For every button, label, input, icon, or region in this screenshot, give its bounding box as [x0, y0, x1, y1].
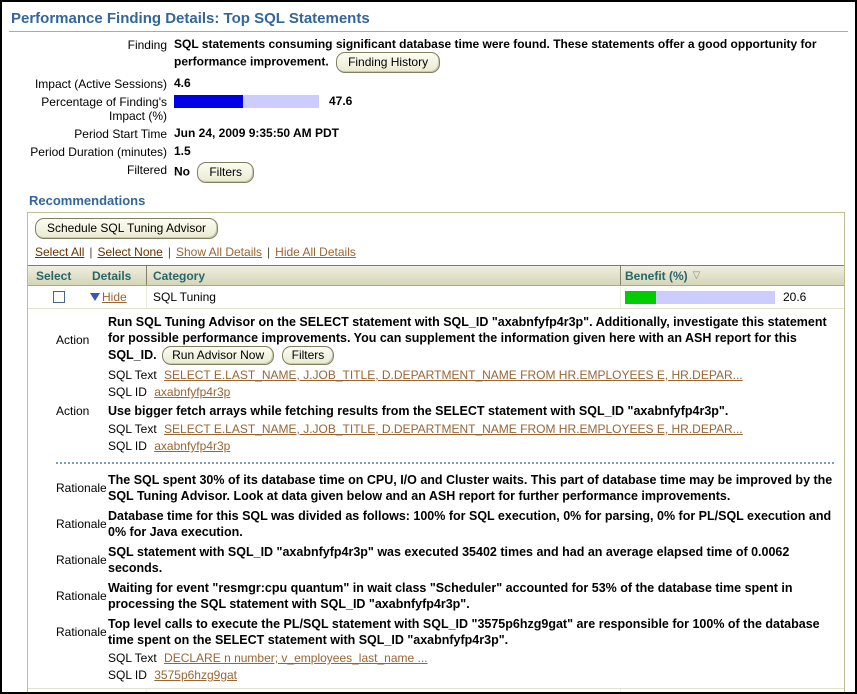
collapse-triangle-icon	[90, 293, 100, 301]
page-frame: Performance Finding Details: Top SQL Sta…	[0, 0, 857, 694]
row-checkbox[interactable]	[53, 291, 65, 303]
action-label: Action	[56, 333, 108, 347]
sql-text-label: SQL Text	[108, 651, 157, 665]
link-separator: |	[89, 245, 92, 259]
rationale-text: Top level calls to execute the PL/SQL st…	[108, 614, 834, 650]
rationale-text: Waiting for event "resmgr:cpu quantum" i…	[108, 578, 834, 614]
table-row: + Show SQL Tuning 11.1	[28, 689, 844, 694]
finding-label: Finding	[9, 37, 167, 52]
show-all-details-link[interactable]: Show All Details	[176, 245, 262, 259]
rationale-block: Rationale Waiting for event "resmgr:cpu …	[56, 578, 834, 614]
sql-text-label: SQL Text	[108, 368, 157, 382]
sql-id-link[interactable]: axabnfyfp4r3p	[154, 385, 230, 399]
finding-summary: Finding SQL statements consuming signifi…	[9, 37, 848, 183]
title-divider	[9, 31, 848, 32]
impact-percent-label: Percentage of Finding's Impact (%)	[9, 94, 167, 123]
rationale-label: Rationale	[56, 517, 108, 531]
benefit-bar	[625, 291, 775, 304]
table-header-row: Select Details Category Benefit (%) ▽	[28, 265, 844, 286]
run-advisor-now-button[interactable]: Run Advisor Now	[162, 346, 274, 365]
rationale-block: Rationale The SQL spent 30% of its datab…	[56, 470, 834, 506]
page-title: Performance Finding Details: Top SQL Sta…	[9, 8, 848, 30]
sql-id-label: SQL ID	[108, 439, 147, 453]
benefit-value: 20.6	[783, 290, 806, 304]
sort-descending-icon[interactable]: ▽	[693, 270, 701, 281]
schedule-sql-tuning-advisor-button[interactable]: Schedule SQL Tuning Advisor	[35, 218, 218, 239]
impact-percent-row: 47.6	[174, 94, 848, 109]
action-label: Action	[56, 404, 108, 418]
period-start-label: Period Start Time	[9, 126, 167, 141]
sql-text-label: SQL Text	[108, 422, 157, 436]
sql-id-label: SQL ID	[108, 385, 147, 399]
sql-id-line: SQL ID axabnfyfp4r3p	[108, 438, 834, 455]
rationale-label: Rationale	[56, 625, 108, 639]
finding-history-button[interactable]: Finding History	[336, 52, 440, 73]
rationale-block: Rationale Top level calls to execute the…	[56, 614, 834, 650]
column-header-select: Select	[28, 266, 90, 285]
sql-text-link[interactable]: SELECT E.LAST_NAME, J.JOB_TITLE, D.DEPAR…	[164, 368, 743, 382]
period-start-value: Jun 24, 2009 9:35:50 AM PDT	[174, 126, 848, 141]
filtered-label: Filtered	[9, 162, 167, 177]
sql-text-line: SQL Text SELECT E.LAST_NAME, J.JOB_TITLE…	[108, 367, 834, 384]
impact-value: 4.6	[174, 76, 848, 91]
select-none-link[interactable]: Select None	[97, 245, 162, 259]
rationale-text: The SQL spent 30% of its database time o…	[108, 470, 834, 506]
sql-id-line: SQL ID 3575p6hzg9gat	[108, 667, 834, 684]
table-row: Hide SQL Tuning 20.6	[28, 286, 844, 309]
recommendations-panel: Schedule SQL Tuning Advisor Select All|S…	[27, 212, 845, 694]
link-separator: |	[267, 245, 270, 259]
sql-text-link[interactable]: SELECT E.LAST_NAME, J.JOB_TITLE, D.DEPAR…	[164, 422, 743, 436]
finding-text: SQL statements consuming significant dat…	[174, 37, 817, 69]
impact-percent-value: 47.6	[329, 94, 352, 109]
sql-text-line: SQL Text SELECT E.LAST_NAME, J.JOB_TITLE…	[108, 421, 834, 438]
column-header-benefit[interactable]: Benefit (%) ▽	[620, 266, 844, 285]
sql-id-link[interactable]: axabnfyfp4r3p	[154, 439, 230, 453]
filters-button[interactable]: Filters	[197, 162, 254, 183]
rationale-block: Rationale Database time for this SQL was…	[56, 506, 834, 542]
sql-id-line: SQL ID axabnfyfp4r3p	[108, 384, 834, 401]
hide-all-details-link[interactable]: Hide All Details	[275, 245, 356, 259]
sql-text-link[interactable]: DECLARE n number; v_employees_last_name …	[164, 651, 427, 665]
action-block: Action Run SQL Tuning Advisor on the SEL…	[56, 312, 834, 367]
rationale-label: Rationale	[56, 589, 108, 603]
recommendations-toolbar: Schedule SQL Tuning Advisor	[28, 213, 844, 243]
rationale-block: Rationale SQL statement with SQL_ID "axa…	[56, 542, 834, 578]
filtered-value: No	[174, 165, 190, 179]
sql-text-line: SQL Text DECLARE n number; v_employees_l…	[108, 650, 834, 667]
recommendations-heading: Recommendations	[29, 193, 848, 208]
filters-button[interactable]: Filters	[282, 346, 335, 365]
expanded-detail: Action Run SQL Tuning Advisor on the SEL…	[28, 309, 844, 689]
sql-id-label: SQL ID	[108, 668, 147, 682]
rationale-text: Database time for this SQL was divided a…	[108, 506, 834, 542]
period-duration-value: 1.5	[174, 144, 848, 159]
column-header-category: Category	[146, 266, 620, 285]
column-header-details: Details	[90, 266, 146, 285]
selection-links: Select All | Select None | Show All Details |…	[28, 243, 844, 265]
action-text: Run SQL Tuning Advisor on the SELECT sta…	[108, 312, 834, 367]
hide-details-link[interactable]: Hide	[102, 290, 127, 304]
rationale-label: Rationale	[56, 481, 108, 495]
dotted-divider	[56, 462, 834, 464]
row-category: SQL Tuning	[146, 286, 620, 308]
period-duration-label: Period Duration (minutes)	[9, 144, 167, 159]
action-block: Action Use bigger fetch arrays while fet…	[56, 401, 834, 421]
link-separator: |	[168, 245, 171, 259]
action-text: Use bigger fetch arrays while fetching r…	[108, 401, 834, 421]
row-category: SQL Tuning	[146, 689, 620, 694]
impact-percent-bar	[174, 95, 319, 108]
rationale-label: Rationale	[56, 553, 108, 567]
select-all-link[interactable]: Select All	[35, 245, 84, 259]
rationale-text: SQL statement with SQL_ID "axabnfyfp4r3p…	[108, 542, 834, 578]
finding-value: SQL statements consuming significant dat…	[174, 37, 848, 73]
sql-id-link[interactable]: 3575p6hzg9gat	[154, 668, 237, 682]
impact-label: Impact (Active Sessions)	[9, 76, 167, 91]
filtered-value-row: No Filters	[174, 162, 848, 183]
